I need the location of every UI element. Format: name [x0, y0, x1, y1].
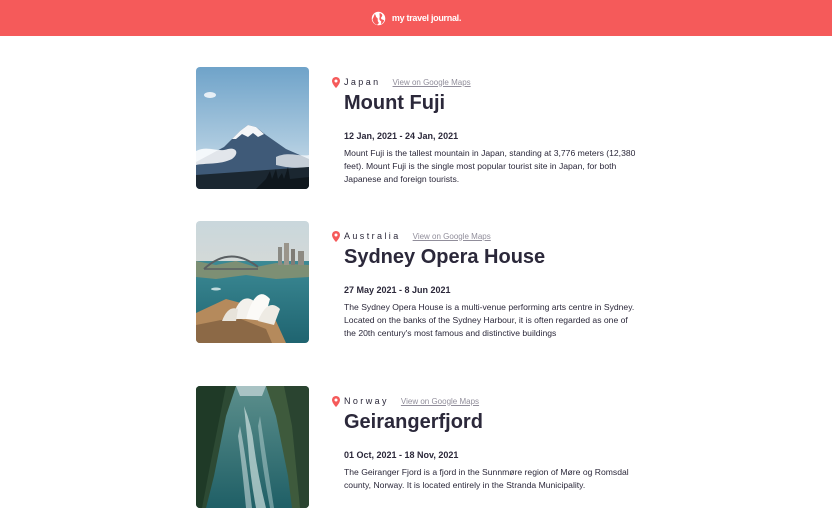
location-row: Norway View on Google Maps	[332, 395, 642, 407]
entry-description: The Geiranger Fjord is a fjord in the Su…	[344, 467, 629, 490]
entry-dates: 12 Jan, 2021 - 24 Jan, 2021	[344, 131, 459, 141]
entry-dates: 27 May 2021 - 8 Jun 2021	[344, 285, 451, 295]
location-row: Japan View on Google Maps	[332, 76, 642, 88]
entry-country: Japan	[344, 77, 381, 87]
brand[interactable]: my travel journal.	[371, 11, 461, 26]
entry-info: Japan View on Google Maps Mount Fuji 12 …	[332, 76, 642, 186]
brand-name: my travel journal.	[391, 13, 462, 23]
entry-country: Norway	[344, 396, 389, 406]
globe-icon	[371, 11, 386, 25]
entry-country: Australia	[344, 231, 401, 241]
entry-description: The Sydney Opera House is a multi-venue …	[344, 302, 635, 338]
entry-info: Norway View on Google Maps Geirangerfjor…	[332, 395, 642, 492]
entry-photo-mount-fuji	[196, 67, 309, 189]
view-on-google-maps-link[interactable]: View on Google Maps	[393, 78, 471, 87]
view-on-google-maps-link[interactable]: View on Google Maps	[413, 232, 491, 241]
location-pin-icon	[332, 395, 340, 407]
entry-info: Australia View on Google Maps Sydney Ope…	[332, 230, 642, 340]
entry-photo-sydney-opera-house	[196, 221, 309, 343]
entry-title: Sydney Opera House	[344, 246, 546, 268]
location-pin-icon	[332, 230, 340, 242]
location-pin-icon	[332, 76, 340, 88]
location-row: Australia View on Google Maps	[332, 230, 642, 242]
app-header: my travel journal.	[0, 0, 832, 36]
entry-description: Mount Fuji is the tallest mountain in Ja…	[344, 148, 636, 184]
entry-title: Mount Fuji	[344, 92, 446, 114]
entry-dates: 01 Oct, 2021 - 18 Nov, 2021	[344, 450, 459, 460]
entry-title: Geirangerfjord	[344, 411, 483, 433]
view-on-google-maps-link[interactable]: View on Google Maps	[401, 397, 479, 406]
entry-photo-geirangerfjord	[196, 386, 309, 508]
